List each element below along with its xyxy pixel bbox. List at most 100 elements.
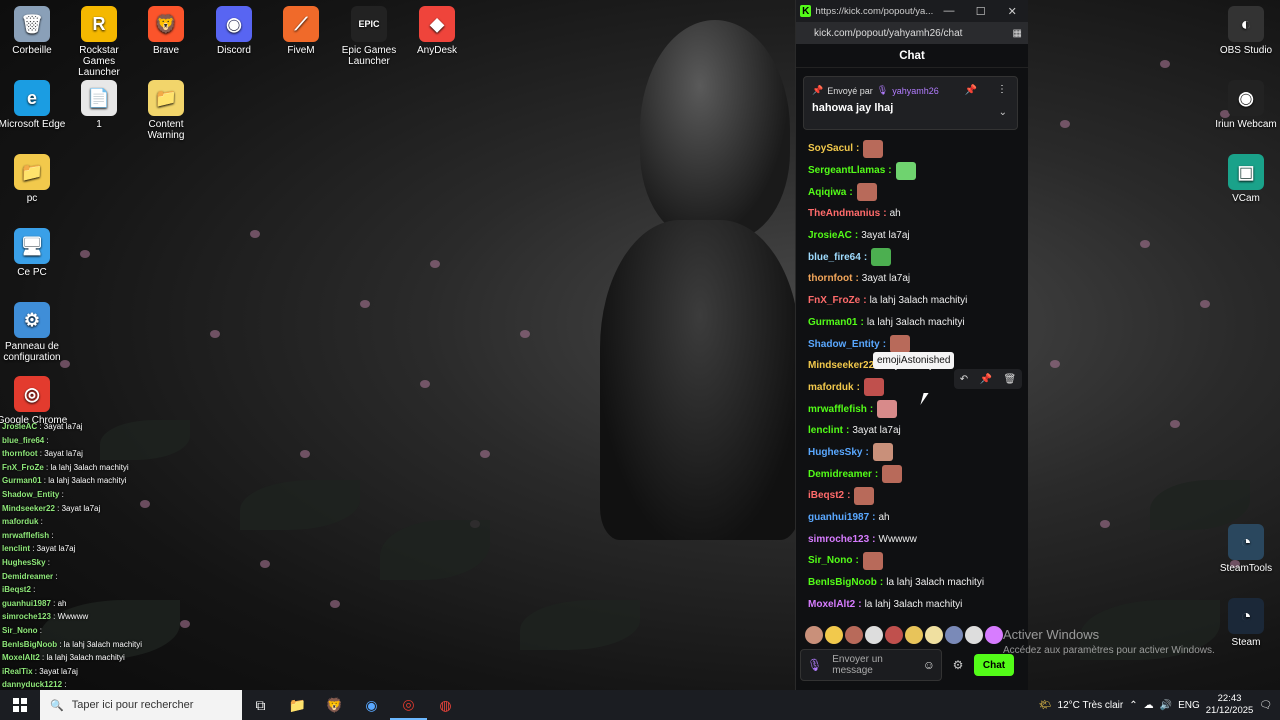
chat-emote-icon[interactable] [854, 486, 875, 505]
chat-emote-icon[interactable] [872, 443, 893, 462]
chat-emote-icon[interactable] [877, 400, 898, 419]
weather-icon[interactable]: 🌤 [1039, 700, 1052, 711]
taskbar-clock[interactable]: 22:43 21/12/2025 [1206, 693, 1254, 717]
unpin-icon[interactable]: 📌 [965, 85, 977, 96]
chat-username[interactable]: simroche123 [808, 534, 869, 545]
desktop-icon-panneau-de-configuration[interactable]: ⚙ Panneau de configuration [0, 302, 68, 363]
desktop-icon-microsoft-edge[interactable]: e Microsoft Edge [0, 80, 68, 130]
chat-username[interactable]: HughesSky [808, 447, 862, 458]
chrome-profile-taskbar-icon[interactable]: ◉ [353, 690, 390, 720]
chat-emote-icon[interactable] [863, 378, 884, 397]
chat-message-row[interactable]: blue_fire64: [808, 246, 1023, 268]
desktop-icon-content-warning[interactable]: 📁 Content Warning [130, 80, 202, 141]
quick-emote-icon[interactable] [825, 626, 843, 644]
windows-start-button[interactable] [0, 690, 40, 720]
chat-username[interactable]: blue_fire64 [808, 252, 861, 263]
chat-username[interactable]: Aqiqiwa [808, 187, 846, 198]
chat-message-row[interactable]: iBeqst2: [808, 485, 1023, 507]
chat-message-row[interactable]: Sir_Nono: [808, 550, 1023, 572]
desktop-icon-brave[interactable]: 🦁 Brave [130, 6, 202, 56]
quick-emote-icon[interactable] [845, 626, 863, 644]
quick-emote-icon[interactable] [965, 626, 983, 644]
chat-username[interactable]: Sir_Nono [808, 555, 852, 566]
chat-username[interactable]: iBeqst2 [808, 490, 844, 501]
chat-message-row[interactable]: HughesSky: [808, 442, 1023, 464]
notifications-icon[interactable]: 🗨 [1259, 700, 1272, 711]
desktop-icon-1[interactable]: 📄 1 [63, 80, 135, 130]
desktop-icon-steam[interactable]: ◔ Steam [1210, 598, 1280, 648]
chat-username[interactable]: thornfoot [808, 273, 852, 284]
desktop-icon-fivem[interactable]: ⟋ FiveM [265, 6, 337, 56]
chat-username[interactable]: Shadow_Entity [808, 339, 880, 350]
quick-emote-icon[interactable] [945, 626, 963, 644]
close-icon[interactable]: ✕ [996, 5, 1028, 18]
chat-message-row[interactable]: simroche123: Wwwww [808, 528, 1023, 550]
chat-message-row[interactable]: FnX_FroZe: la lahj 3alach machityi [808, 290, 1023, 312]
send-chat-button[interactable]: Chat [974, 654, 1014, 676]
chat-username[interactable]: SergeantLlamas [808, 165, 885, 176]
task-view-icon[interactable]: ⧉ [242, 690, 279, 720]
chat-emote-icon[interactable] [856, 183, 877, 202]
chat-message-row[interactable]: MoxelAlt2: la lahj 3alach machityi [808, 593, 1023, 615]
address-bar[interactable]: kick.com/popout/yahyamh26/chat ▦ [796, 22, 1028, 44]
quick-emote-icon[interactable] [865, 626, 883, 644]
chat-emote-icon[interactable] [890, 335, 911, 354]
chat-emote-icon[interactable] [871, 248, 892, 267]
maximize-icon[interactable]: ☐ [965, 5, 997, 18]
chat-message-row[interactable]: TheAndmanius: ah [808, 203, 1023, 225]
chat-emote-icon[interactable] [882, 465, 903, 484]
chat-username[interactable]: SoySacul [808, 143, 853, 154]
chat-message-row[interactable]: guanhui1987: ah [808, 507, 1023, 529]
chat-username[interactable]: lenclint [808, 425, 843, 436]
desktop-icon-ce-pc[interactable]: 🖥 Ce PC [0, 228, 68, 278]
chat-message-row[interactable]: thornfoot: 3ayat la7aj [808, 268, 1023, 290]
reply-icon[interactable]: ↶ [960, 374, 968, 385]
chat-message-input[interactable]: 🎙 Envoyer un message ☺ [800, 649, 942, 681]
chat-emote-icon[interactable] [895, 161, 916, 180]
brave-taskbar-icon[interactable]: 🦁 [316, 690, 353, 720]
taskbar-search-box[interactable]: 🔍 Taper ici pour rechercher [40, 690, 242, 720]
quick-emote-icon[interactable] [905, 626, 923, 644]
desktop-icon-iriun-webcam[interactable]: ◉ Iriun Webcam [1210, 80, 1280, 130]
hidden-icons-chevron-icon[interactable]: ⌃ [1129, 700, 1137, 711]
chat-message-row[interactable]: SergeantLlamas: [808, 160, 1023, 182]
quick-emote-icon[interactable] [985, 626, 1003, 644]
qr-icon[interactable]: ▦ [1013, 28, 1022, 39]
chevron-down-icon[interactable]: ⌄ [999, 107, 1007, 118]
chat-username[interactable]: Mindseeker22 [808, 360, 874, 371]
chat-message-row[interactable]: Gurman01: la lahj 3alach machityi [808, 312, 1023, 334]
chat-username[interactable]: FnX_FroZe [808, 295, 860, 306]
chat-message-row[interactable]: lenclint: 3ayat la7aj [808, 420, 1023, 442]
desktop-icon-discord[interactable]: ◉ Discord [198, 6, 270, 56]
language-indicator[interactable]: ENG [1178, 700, 1200, 711]
chat-emote-icon[interactable] [863, 139, 884, 158]
chat-username[interactable]: mrwafflefish [808, 404, 867, 415]
volume-icon[interactable]: 🔊 [1160, 700, 1172, 711]
chat-message-row[interactable]: JrosieAC: 3ayat la7aj [808, 225, 1023, 247]
desktop-icon-pc[interactable]: 📁 pc [0, 154, 68, 204]
chat-username[interactable]: JrosieAC [808, 230, 852, 241]
chat-username[interactable]: MoxelAlt2 [808, 599, 855, 610]
desktop-icon-steamtools[interactable]: ◔ SteamTools [1210, 524, 1280, 574]
desktop-icon-obs-studio[interactable]: ◐ OBS Studio [1210, 6, 1280, 56]
file-explorer-icon[interactable]: 📁 [279, 690, 316, 720]
desktop-icon-epic-games-launcher[interactable]: EPIC Epic Games Launcher [333, 6, 405, 67]
weather-text[interactable]: 12°C Très clair [1058, 700, 1124, 711]
network-icon[interactable]: ☁ [1144, 700, 1154, 711]
quick-emote-icon[interactable] [805, 626, 823, 644]
pinned-message[interactable]: 📌 Envoyé par 🎙 yahyamh26 hahowa jay lhaj… [803, 76, 1018, 130]
quick-emote-icon[interactable] [925, 626, 943, 644]
chat-username[interactable]: TheAndmanius [808, 208, 880, 219]
chat-message-row[interactable]: mrwafflefish: [808, 398, 1023, 420]
chat-message-row[interactable]: SoySacul: [808, 138, 1023, 160]
desktop-icon-google-chrome[interactable]: ◎ Google Chrome [0, 376, 68, 426]
chrome-taskbar-icon[interactable]: ◎ [390, 690, 427, 720]
emoji-picker-icon[interactable]: ☺ [923, 658, 935, 672]
quick-emote-icon[interactable] [885, 626, 903, 644]
chat-username[interactable]: BenIsBigNoob [808, 577, 877, 588]
microphone-icon[interactable]: 🎙 [807, 658, 822, 672]
chat-message-row[interactable]: Aqiqiwa: [808, 181, 1023, 203]
chat-username[interactable]: maforduk [808, 382, 854, 393]
desktop-icon-corbeille[interactable]: 🗑 Corbeille [0, 6, 68, 56]
desktop-icon-anydesk[interactable]: ◆ AnyDesk [401, 6, 473, 56]
